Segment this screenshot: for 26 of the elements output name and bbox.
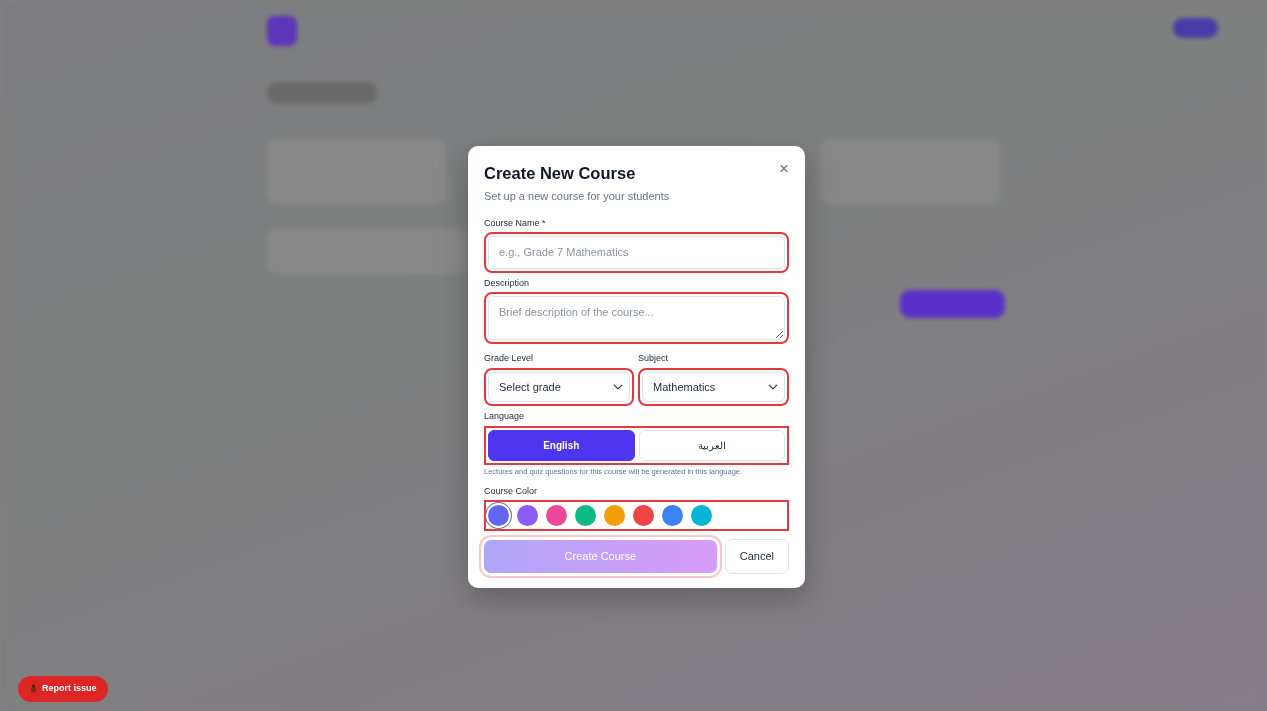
language-option[interactable]: العربية [638,429,785,461]
dialog-title: Create New Course [484,163,636,184]
field-label: Language [484,410,526,423]
field-label: Description [484,276,531,290]
color-swatch[interactable] [691,505,712,527]
field-label: Course Name * [484,216,547,230]
field-label: Subject [638,352,670,365]
field-label: Course Color [484,484,539,498]
dialog-subtitle: Set up a new course for your students [484,189,671,204]
subject-select[interactable]: Mathematics [642,371,785,402]
field-label: Grade Level [484,352,535,365]
course-name-field[interactable]: e.g., Grade 7 Mathematics [488,236,785,269]
color-swatch[interactable] [633,505,654,527]
description-field[interactable]: Brief description of the course... [488,296,785,340]
color-swatch[interactable] [575,505,596,527]
color-swatch[interactable] [604,505,625,527]
cancel-button[interactable]: Cancel [724,539,789,574]
close-button[interactable]: × [777,158,791,179]
bug-icon [29,684,38,694]
color-swatch[interactable] [488,505,509,527]
language-option[interactable]: English [488,429,635,461]
color-swatch[interactable] [662,505,683,527]
report-issue-button[interactable]: Report issue [18,676,108,702]
color-swatch[interactable] [517,505,538,527]
grade-select[interactable]: Select grade [488,371,630,402]
color-swatch[interactable] [546,505,567,527]
